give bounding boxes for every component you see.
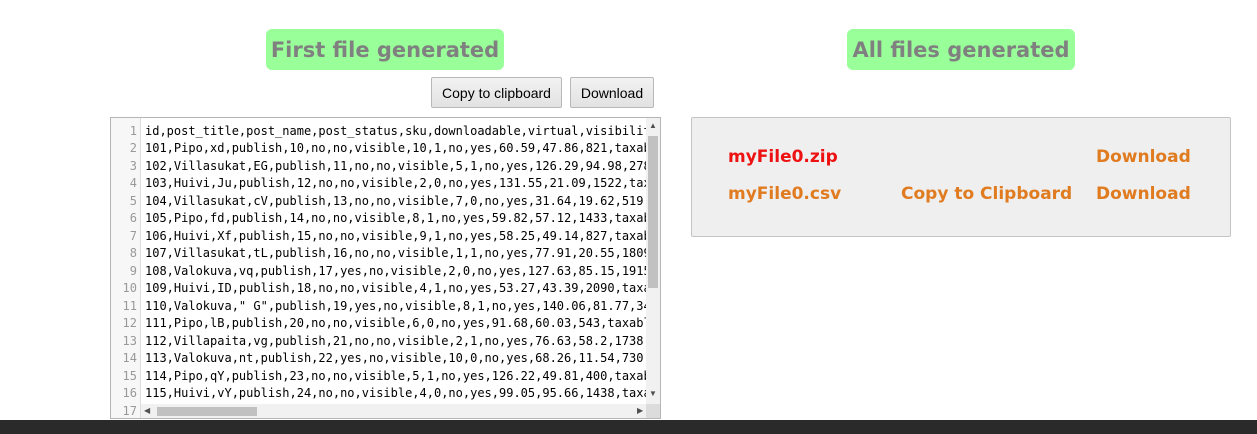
horizontal-scroll-thumb[interactable] (157, 407, 257, 416)
copy-to-clipboard-button[interactable]: Copy to clipboard (431, 77, 562, 108)
vertical-scrollbar[interactable]: ▲ ▼ (646, 118, 660, 406)
line-number: 6 (129, 211, 137, 226)
file-link-zip[interactable]: myFile0.zip (728, 147, 838, 167)
scroll-down-icon[interactable]: ▼ (649, 390, 657, 398)
editor-line: 16 115,Huivi,vY,publish,24,no,no,visible,… (111, 385, 660, 403)
line-number: 4 (129, 176, 137, 191)
editor-line: 15 114,Pipo,qY,publish,23,no,no,visible,5… (111, 367, 660, 385)
file-link-csv[interactable]: myFile0.csv (728, 184, 841, 204)
line-content: 115,Huivi,vY,publish,24,no,no,visible,4,… (145, 386, 648, 401)
all-files-title: All files generated (847, 29, 1075, 70)
line-content: 102,Villasukat,EG,publish,11,no,no,visib… (145, 158, 648, 173)
scroll-left-icon[interactable]: ◀ (144, 407, 150, 415)
editor-line: 13 112,Villapaita,vg,publish,21,no,no,vis… (111, 332, 660, 350)
line-content: 103,Huivi,Ju,publish,12,no,no,visible,2,… (145, 176, 648, 191)
line-content: 113,Valokuva,nt,publish,22,yes,no,visibl… (145, 351, 648, 366)
editor-line: 5 104,Villasukat,cV,publish,13,no,no,visi… (111, 192, 660, 210)
editor-line: 11 110,Valokuva," G",publish,19,yes,no,vi… (111, 297, 660, 315)
first-file-title: First file generated (266, 29, 504, 70)
csv-editor[interactable]: 1 id,post_title,post_name,post_status,sku… (110, 117, 661, 419)
download-link-zip[interactable]: Download (1096, 147, 1191, 167)
line-number: 9 (129, 263, 137, 278)
editor-line: 9 108,Valokuva,vq,publish,17,yes,no,visib… (111, 262, 660, 280)
line-number: 16 (122, 386, 137, 401)
line-number: 3 (129, 158, 137, 173)
editor-lines: 1 id,post_title,post_name,post_status,sku… (111, 122, 660, 418)
scroll-up-icon[interactable]: ▲ (649, 122, 657, 130)
line-number: 2 (129, 141, 137, 156)
editor-line: 1 id,post_title,post_name,post_status,sku… (111, 122, 660, 140)
editor-line: 4 103,Huivi,Ju,publish,12,no,no,visible,2… (111, 175, 660, 193)
line-content: 111,Pipo,lB,publish,20,no,no,visible,6,0… (145, 316, 648, 331)
line-content: 104,Villasukat,cV,publish,13,no,no,visib… (145, 193, 648, 208)
download-button[interactable]: Download (570, 77, 654, 108)
line-content: 107,Villasukat,tL,publish,16,no,no,visib… (145, 246, 648, 261)
line-content: 109,Huivi,ID,publish,18,no,no,visible,4,… (145, 281, 648, 296)
line-number: 12 (122, 316, 137, 331)
line-number: 14 (122, 351, 137, 366)
editor-line: 14 113,Valokuva,nt,publish,22,yes,no,visi… (111, 350, 660, 368)
line-content: 108,Valokuva,vq,publish,17,yes,no,visibl… (145, 263, 648, 278)
line-number: 10 (122, 281, 137, 296)
line-number: 11 (122, 298, 137, 313)
line-number: 15 (122, 368, 137, 383)
line-number: 7 (129, 228, 137, 243)
line-number: 5 (129, 193, 137, 208)
scroll-right-icon[interactable]: ▶ (637, 407, 643, 415)
line-number: 1 (129, 123, 137, 138)
editor-line: 7 106,Huivi,Xf,publish,15,no,no,visible,9… (111, 227, 660, 245)
bottom-bar (0, 420, 1257, 434)
scrollbar-corner (646, 404, 660, 418)
download-link-csv[interactable]: Download (1096, 184, 1191, 204)
editor-line: 8 107,Villasukat,tL,publish,16,no,no,visi… (111, 245, 660, 263)
line-content: 110,Valokuva," G",publish,19,yes,no,visi… (145, 298, 648, 313)
generated-files-panel: myFile0.zip Download myFile0.csv Copy to… (691, 117, 1231, 237)
editor-line: 10 109,Huivi,ID,publish,18,no,no,visible,… (111, 280, 660, 298)
line-content: 101,Pipo,xd,publish,10,no,no,visible,10,… (145, 141, 648, 156)
line-number: 17 (122, 403, 137, 418)
line-content: 112,Villapaita,vg,publish,21,no,no,visib… (145, 333, 648, 348)
vertical-scroll-thumb[interactable] (648, 136, 658, 288)
editor-line: 2 101,Pipo,xd,publish,10,no,no,visible,10… (111, 140, 660, 158)
line-content: 114,Pipo,qY,publish,23,no,no,visible,5,1… (145, 368, 648, 383)
line-number: 8 (129, 246, 137, 261)
line-content: 105,Pipo,fd,publish,14,no,no,visible,8,1… (145, 211, 648, 226)
copy-to-clipboard-link-csv[interactable]: Copy to Clipboard (901, 184, 1072, 204)
editor-line: 3 102,Villasukat,EG,publish,11,no,no,visi… (111, 157, 660, 175)
editor-line: 12 111,Pipo,lB,publish,20,no,no,visible,6… (111, 315, 660, 333)
horizontal-scrollbar[interactable]: ◀ ▶ (141, 404, 648, 418)
line-number: 13 (122, 333, 137, 348)
line-content: id,post_title,post_name,post_status,sku,… (145, 123, 648, 138)
editor-line: 6 105,Pipo,fd,publish,14,no,no,visible,8,… (111, 210, 660, 228)
line-content: 106,Huivi,Xf,publish,15,no,no,visible,9,… (145, 228, 648, 243)
